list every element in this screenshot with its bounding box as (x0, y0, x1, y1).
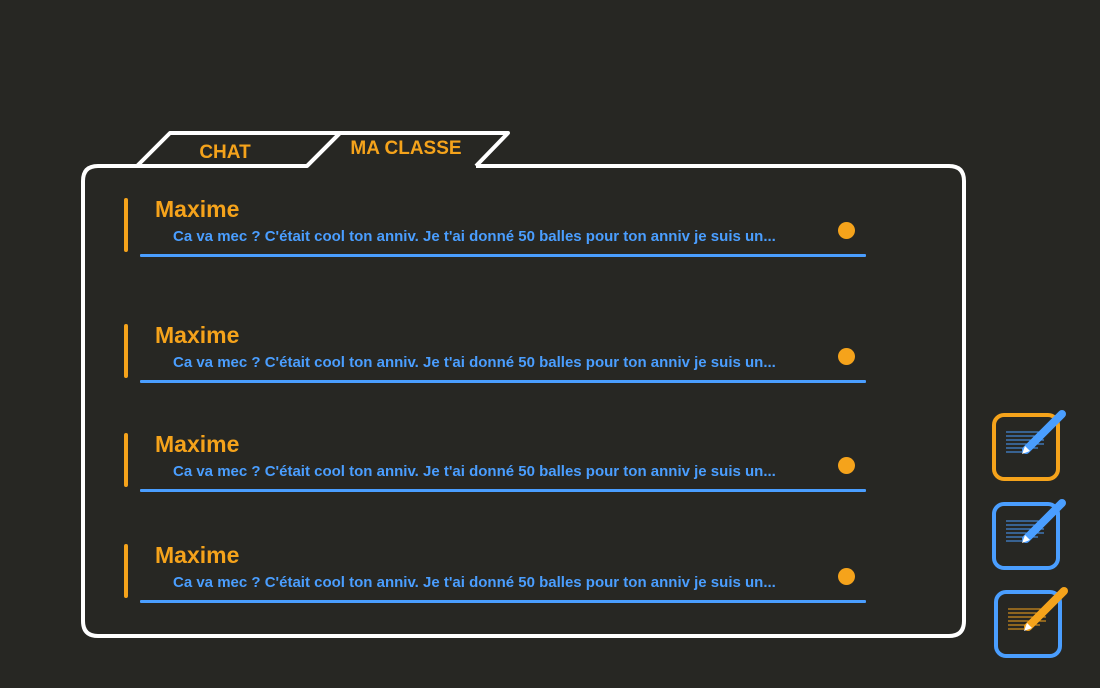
compose-button-1[interactable] (988, 406, 1068, 486)
compose-icon (992, 410, 1066, 481)
message-accent-bar (124, 544, 128, 598)
message-item[interactable]: Maxime Ca va mec ? C'était cool ton anni… (120, 542, 870, 604)
message-sender: Maxime (155, 196, 240, 222)
message-divider (140, 600, 866, 603)
unread-dot (838, 457, 855, 474)
message-preview: Ca va mec ? C'était cool ton anniv. Je t… (173, 463, 776, 480)
chat-screen: CHAT MA CLASSE Maxime Ca va mec ? C'étai… (0, 0, 1100, 688)
message-divider (140, 254, 866, 257)
message-preview: Ca va mec ? C'était cool ton anniv. Je t… (173, 228, 776, 245)
message-divider (140, 380, 866, 383)
tab-ma-classe[interactable]: MA CLASSE (330, 136, 482, 162)
compose-button-3[interactable] (990, 583, 1070, 663)
compose-icon (994, 587, 1068, 658)
compose-icon (992, 499, 1066, 570)
message-sender: Maxime (155, 322, 240, 348)
tab-chat[interactable]: CHAT (165, 140, 285, 166)
compose-button-2[interactable] (988, 495, 1068, 575)
message-sender: Maxime (155, 431, 240, 457)
unread-dot (838, 568, 855, 585)
message-accent-bar (124, 198, 128, 252)
message-sender: Maxime (155, 542, 240, 568)
message-divider (140, 489, 866, 492)
message-accent-bar (124, 324, 128, 378)
message-item[interactable]: Maxime Ca va mec ? C'était cool ton anni… (120, 196, 870, 258)
unread-dot (838, 348, 855, 365)
message-preview: Ca va mec ? C'était cool ton anniv. Je t… (173, 574, 776, 591)
unread-dot (838, 222, 855, 239)
message-item[interactable]: Maxime Ca va mec ? C'était cool ton anni… (120, 431, 870, 493)
message-accent-bar (124, 433, 128, 487)
message-preview: Ca va mec ? C'était cool ton anniv. Je t… (173, 354, 776, 371)
message-item[interactable]: Maxime Ca va mec ? C'était cool ton anni… (120, 322, 870, 384)
